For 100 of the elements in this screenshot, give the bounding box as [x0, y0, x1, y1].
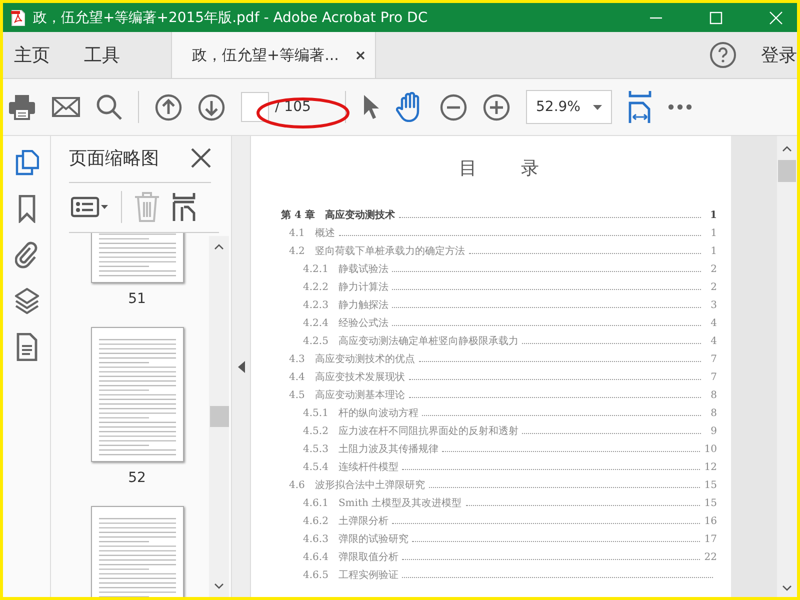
- toc-entry[interactable]: 概述: [314, 226, 335, 240]
- toc-page-number: 8: [710, 408, 717, 419]
- toc-page-number: 4: [710, 336, 717, 347]
- toc-number: 4.6.2: [303, 516, 328, 527]
- toc-page-number: 15: [704, 498, 717, 509]
- toc-number: 4.6: [289, 480, 305, 491]
- close-icon[interactable]: [356, 50, 365, 60]
- toc-entry[interactable]: 高应变动测技术: [324, 208, 395, 222]
- toc-entry[interactable]: 连续杆件模型: [338, 460, 398, 474]
- previous-page-icon[interactable]: [155, 94, 182, 120]
- pointer-icon[interactable]: [362, 94, 380, 120]
- toc-page-number: 2: [710, 264, 717, 275]
- toc-number: 4.5.1: [303, 408, 328, 419]
- next-page-icon[interactable]: [198, 94, 225, 120]
- zoom-in-icon[interactable]: [483, 94, 510, 120]
- print-icon[interactable]: [8, 94, 36, 120]
- toc-entry[interactable]: 应力波在杆不同阻抗界面处的反射和透射: [338, 424, 518, 438]
- collapse-panel-icon[interactable]: [238, 360, 244, 372]
- toc-page-number: 1: [710, 246, 717, 257]
- toc-entry[interactable]: 高应变动测基本理论: [314, 388, 405, 402]
- toc-number: 4.2.1: [303, 264, 328, 275]
- toc-entry[interactable]: 竖向荷载下单桩承载力的确定方法: [314, 244, 465, 258]
- toc-page-number: 22: [704, 552, 717, 563]
- pdf-file-icon: [11, 10, 25, 26]
- toc-number: 4.2: [289, 246, 305, 257]
- insert-page-icon[interactable]: [172, 193, 196, 221]
- toc-number: 4.1: [289, 228, 305, 239]
- help-icon[interactable]: [709, 41, 737, 69]
- scroll-down-icon[interactable]: [214, 583, 224, 589]
- toc-page-number: 16: [704, 516, 717, 527]
- toc-page-number: 12: [704, 462, 717, 473]
- toc-entry[interactable]: 静力触探法: [338, 298, 388, 312]
- scroll-down-icon[interactable]: [782, 585, 792, 591]
- nav-tab[interactable]: 主页: [3, 32, 61, 78]
- nav-tab[interactable]: 工具: [73, 32, 131, 78]
- toc-number: 4.3: [289, 354, 305, 365]
- panel-title: 页面缩略图: [69, 147, 159, 170]
- toc-page-number: 2: [710, 282, 717, 293]
- toc-page-number: 10: [704, 444, 717, 455]
- page-number-field[interactable]: [241, 92, 269, 122]
- toc-page-number: 15: [704, 480, 717, 491]
- thumbnail-options-icon[interactable]: [71, 195, 109, 219]
- toc-entry[interactable]: 工程实例验证: [338, 568, 398, 582]
- toc-entry[interactable]: 静力计算法: [338, 280, 388, 294]
- toc-number: 4.2.2: [303, 282, 328, 293]
- scrollbar[interactable]: [209, 236, 229, 597]
- toc-entry[interactable]: 高应变动测法确定单桩竖向静极限承载力: [338, 334, 518, 348]
- toc-page-number: 17: [704, 534, 717, 545]
- toc-entry[interactable]: 波形拟合法中土弹限研究: [314, 478, 425, 492]
- toc-page-number: 1: [709, 210, 717, 221]
- toc-number: 4.6.5: [303, 570, 328, 581]
- toc-number: 4.2.3: [303, 300, 328, 311]
- scroll-thumb[interactable]: [778, 160, 796, 182]
- toc-number: 4.2.4: [303, 318, 328, 329]
- fit-width-icon[interactable]: [628, 91, 652, 123]
- maximize-icon[interactable]: [709, 10, 723, 24]
- login-link[interactable]: 登录: [761, 43, 797, 67]
- toc-entry[interactable]: 杆的纵向波动方程: [338, 406, 418, 420]
- toc-page-number: 9: [710, 426, 717, 437]
- scrollbar[interactable]: [777, 136, 797, 597]
- page-thumbnail[interactable]: [90, 327, 184, 462]
- toc-entry[interactable]: 弹限的试验研究: [338, 532, 408, 546]
- zoom-dropdown[interactable]: 52.9%: [526, 90, 612, 124]
- toc-page-number: 7: [710, 372, 717, 383]
- page-number: 52: [128, 470, 146, 486]
- toc-heading: 目录: [458, 157, 584, 180]
- close-icon[interactable]: [191, 148, 211, 168]
- caret-icon: [593, 104, 602, 110]
- toc-entry[interactable]: 经验公式法: [338, 316, 388, 330]
- toc-number: 4.4: [289, 372, 305, 383]
- scroll-up-icon[interactable]: [214, 244, 224, 250]
- zoom-out-icon[interactable]: [440, 94, 467, 120]
- document-tab[interactable]: 政，伍允望+等编著...: [171, 32, 376, 78]
- toc-number: 4.5.2: [303, 426, 328, 437]
- toc-entry[interactable]: Smith 土模型及其改进模型: [338, 496, 462, 510]
- scroll-up-icon[interactable]: [782, 146, 792, 152]
- toc-entry[interactable]: 弹限取值分析: [338, 550, 398, 564]
- toc-number: 4.6.4: [303, 552, 328, 563]
- toc-entry[interactable]: 高应变动测技术的优点: [314, 352, 415, 366]
- more-icon[interactable]: [668, 104, 692, 110]
- toc-page-number: 3: [710, 300, 717, 311]
- toc-number: 第 4 章: [281, 208, 315, 222]
- window-title: 政，伍允望+等编著+2015年版.pdf - Adobe Acrobat Pro DC: [33, 8, 428, 26]
- toc-entry[interactable]: 土阻力波及其传播规律: [338, 442, 438, 456]
- toc-number: 4.5.4: [303, 462, 328, 473]
- toc-number: 4.2.5: [303, 336, 328, 347]
- toc-page-number: 8: [710, 390, 717, 401]
- toc-page-number: 4: [710, 318, 717, 329]
- toc-page-number: 7: [710, 354, 717, 365]
- toc-entry[interactable]: 静载试验法: [338, 262, 388, 276]
- toc-number: 4.6.1: [303, 498, 328, 509]
- scroll-thumb[interactable]: [210, 406, 228, 427]
- toc-number: 4.6.3: [303, 534, 328, 545]
- search-icon[interactable]: [96, 94, 122, 120]
- toc-page-number: 1: [710, 228, 717, 239]
- toc-number: 4.5: [289, 390, 305, 401]
- mail-icon[interactable]: [52, 97, 80, 117]
- toc-entry[interactable]: 高应变技术发展现状: [314, 370, 405, 384]
- toc-entry[interactable]: 土弹限分析: [338, 514, 388, 528]
- page-number: 51: [128, 291, 146, 307]
